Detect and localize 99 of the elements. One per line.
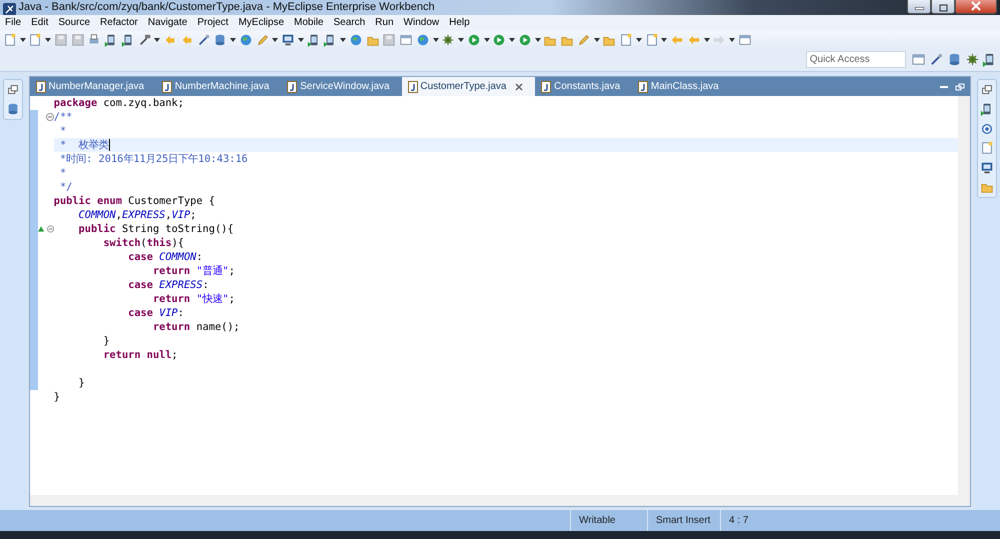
- close-icon: [971, 1, 982, 11]
- dropdown-caret-icon[interactable]: [509, 38, 515, 42]
- wand-icon[interactable]: [196, 32, 210, 46]
- text-cursor: [108, 139, 110, 152]
- app-logo-icon: [2, 2, 16, 16]
- monitor-icon[interactable]: [980, 160, 994, 175]
- editor-tab[interactable]: Constants.java: [535, 77, 632, 96]
- window-icon[interactable]: [911, 52, 926, 67]
- menu-item[interactable]: Project: [192, 15, 234, 31]
- editor-tab[interactable]: CustomerType.java: [402, 77, 536, 96]
- dropdown-caret-icon[interactable]: [594, 38, 600, 42]
- menu-item[interactable]: Search: [328, 15, 370, 31]
- dropdown-caret-icon[interactable]: [458, 38, 464, 42]
- menu-item[interactable]: Run: [370, 15, 399, 31]
- dropdown-caret-icon[interactable]: [484, 38, 490, 42]
- restore-button[interactable]: [931, 0, 956, 14]
- dropdown-caret-icon[interactable]: [661, 38, 668, 42]
- restore-icon[interactable]: [954, 82, 965, 90]
- code-line: *: [58, 167, 66, 179]
- editor-tab[interactable]: NumberManager.java: [30, 77, 156, 96]
- code-line: case COMMON:: [127, 251, 203, 263]
- dropdown-caret-icon[interactable]: [432, 38, 438, 42]
- editor-tab[interactable]: ServiceWindow.java: [281, 77, 402, 96]
- menu-item[interactable]: Mobile: [289, 15, 328, 31]
- menu-item[interactable]: MyEclipse: [233, 15, 290, 31]
- close-tab-icon[interactable]: [515, 82, 524, 90]
- document-icon[interactable]: [28, 32, 42, 46]
- minimize-icon: [914, 7, 924, 10]
- printer-icon[interactable]: [87, 32, 102, 46]
- dropdown-caret-icon[interactable]: [636, 38, 642, 42]
- save-icon[interactable]: [382, 32, 396, 46]
- menu-item[interactable]: Source: [53, 15, 96, 31]
- dropdown-caret-icon[interactable]: [340, 38, 346, 42]
- menu-item[interactable]: Refactor: [95, 15, 143, 31]
- java-file-icon: [541, 80, 552, 92]
- horizontal-scrollbar[interactable]: [30, 495, 958, 506]
- document-icon[interactable]: [980, 141, 994, 156]
- java-file-icon: [408, 80, 418, 92]
- window-icon[interactable]: [399, 32, 413, 46]
- java-file-icon: [638, 80, 648, 92]
- code-line: switch(this){: [102, 237, 184, 249]
- database-icon[interactable]: [213, 32, 228, 46]
- fold-toggle-icon[interactable]: [46, 225, 54, 233]
- java-file-icon: [162, 80, 172, 92]
- quick-access-field[interactable]: Quick Access: [806, 51, 906, 68]
- code-line: }: [102, 335, 110, 347]
- code-line: return null;: [102, 349, 178, 361]
- dropdown-caret-icon[interactable]: [298, 38, 304, 42]
- dropdown-caret-icon[interactable]: [45, 38, 51, 42]
- device-icon[interactable]: [306, 32, 320, 46]
- code-line: COMMON,EXPRESS,VIP;: [78, 209, 196, 221]
- restore-icon[interactable]: [6, 82, 20, 97]
- code-line: return "快速";: [152, 293, 235, 305]
- dropdown-caret-icon[interactable]: [704, 38, 710, 42]
- code-line: /**: [54, 111, 72, 123]
- document-icon[interactable]: [619, 32, 633, 46]
- dropdown-caret-icon[interactable]: [230, 38, 236, 42]
- menu-item[interactable]: Help: [444, 15, 475, 31]
- close-button[interactable]: [955, 0, 998, 14]
- code-line: case EXPRESS:: [127, 279, 209, 291]
- java-file-icon: [287, 80, 298, 92]
- minimize-button[interactable]: [907, 0, 932, 14]
- java-file-icon: [36, 80, 46, 92]
- menu-item[interactable]: File: [0, 15, 26, 31]
- menu-item[interactable]: Window: [398, 15, 444, 31]
- menu-item[interactable]: Navigate: [142, 15, 192, 31]
- save-icon[interactable]: [70, 32, 84, 46]
- editor-tab[interactable]: MainClass.java: [632, 77, 731, 96]
- code-line: return name();: [152, 321, 240, 333]
- code-line: }: [78, 377, 85, 389]
- menu-item[interactable]: Edit: [26, 15, 54, 31]
- bug-icon[interactable]: [964, 52, 980, 67]
- database-icon[interactable]: [6, 102, 20, 116]
- code-line: *时间: 2016年11月25日下午10:43:16: [58, 153, 248, 165]
- dropdown-caret-icon[interactable]: [154, 38, 160, 42]
- code-line: *: [58, 125, 66, 137]
- code-line: }: [54, 391, 60, 403]
- editor-tab[interactable]: NumberMachine.java: [156, 77, 282, 96]
- code-line: package com.zyq.bank;: [54, 97, 184, 109]
- code-line: return "普通";: [152, 265, 235, 277]
- code-line: */: [58, 181, 72, 193]
- dropdown-caret-icon[interactable]: [534, 38, 540, 42]
- code-line: public String toString(){: [78, 223, 234, 235]
- monitor-icon[interactable]: [281, 32, 295, 46]
- hammer-icon[interactable]: [138, 32, 152, 46]
- window-title: Java - Bank/src/com/zyq/bank/CustomerType.java - MyEclipse Enterprise Workbench: [18, 0, 435, 15]
- vertical-scrollbar[interactable]: [958, 96, 970, 506]
- restore-icon[interactable]: [980, 82, 994, 97]
- document-icon[interactable]: [2, 32, 17, 46]
- dropdown-caret-icon[interactable]: [272, 38, 278, 42]
- code-line: case VIP:: [127, 307, 184, 319]
- dropdown-caret-icon[interactable]: [20, 38, 26, 42]
- document-icon[interactable]: [644, 32, 658, 46]
- fold-toggle-icon[interactable]: [46, 113, 54, 121]
- code-line: public enum CustomerType {: [54, 195, 215, 207]
- code-line: * 枚举类: [58, 139, 109, 151]
- dropdown-caret-icon[interactable]: [729, 38, 735, 42]
- wand-icon[interactable]: [929, 52, 944, 67]
- bug-icon[interactable]: [441, 32, 456, 46]
